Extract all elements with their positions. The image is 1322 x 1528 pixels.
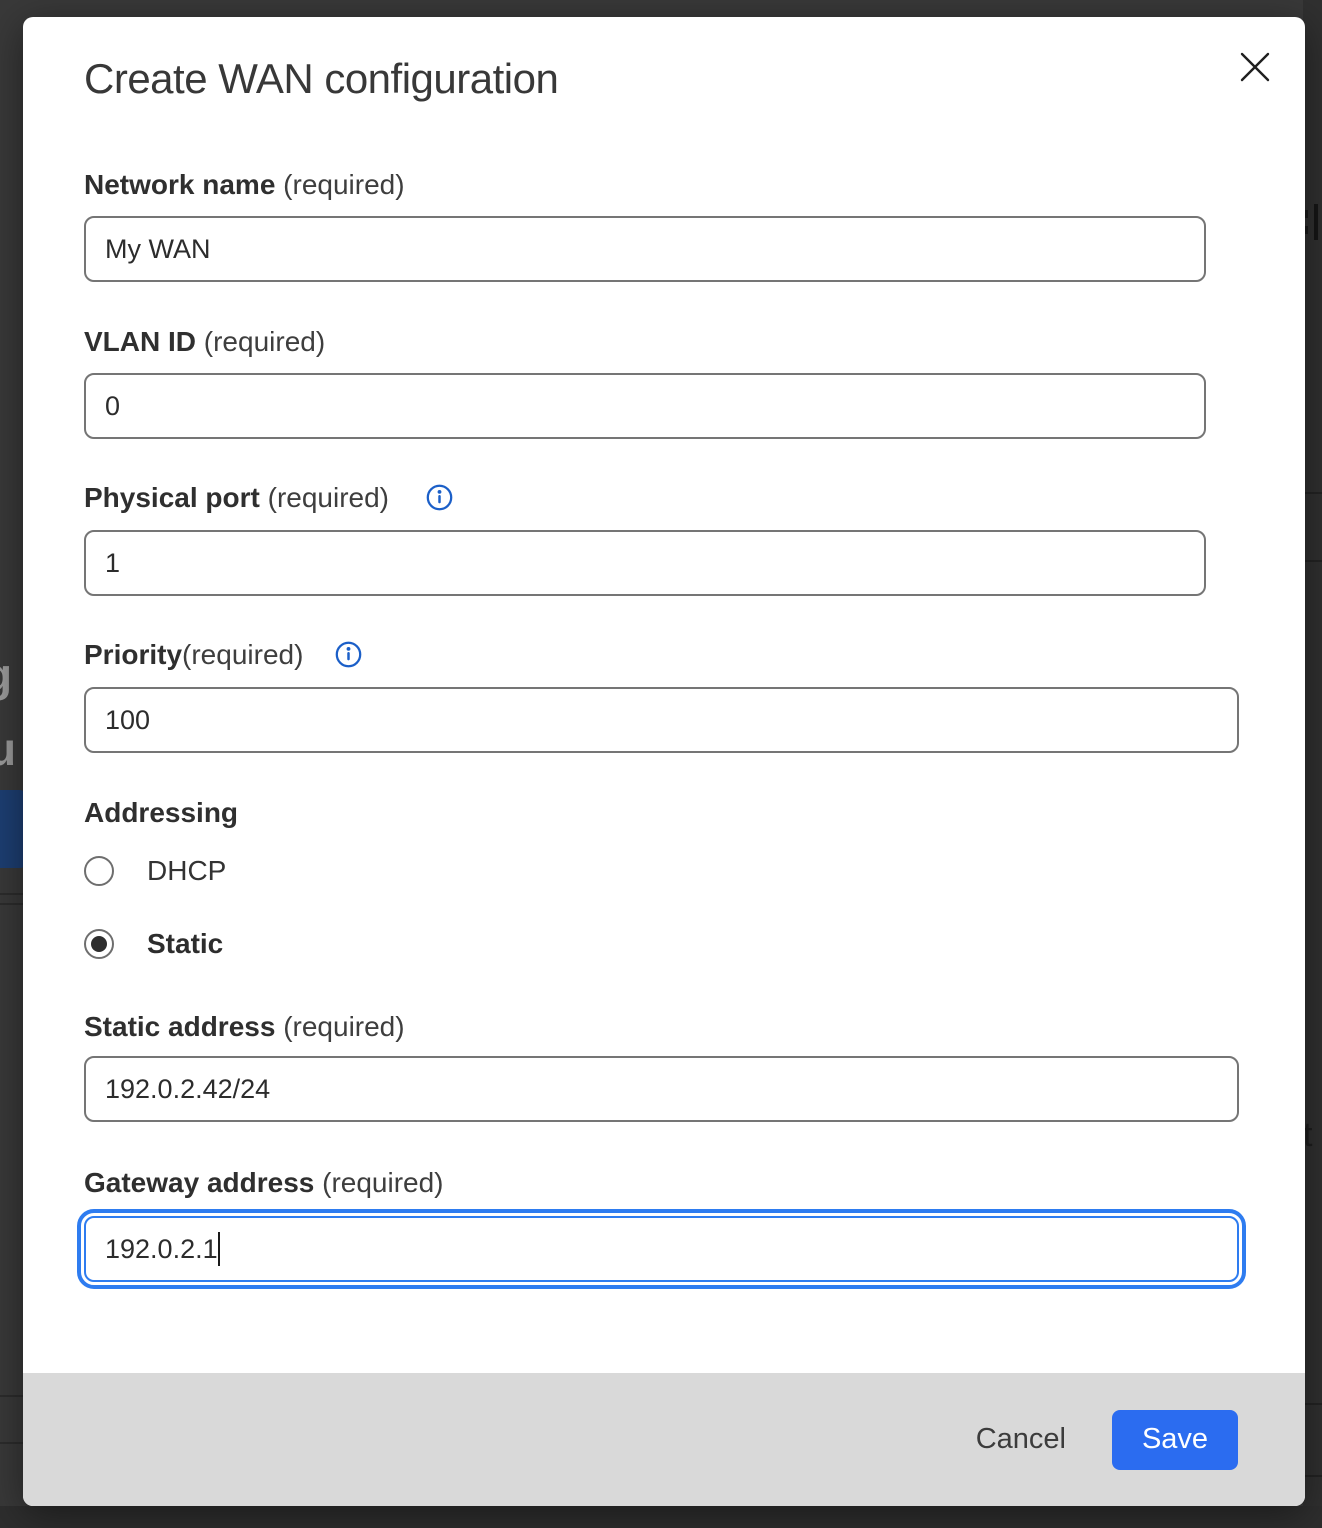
cancel-button[interactable]: Cancel xyxy=(976,1423,1066,1456)
bg-table-line xyxy=(1303,492,1322,494)
bg-table-line xyxy=(0,1395,23,1397)
physical-port-input[interactable] xyxy=(84,530,1206,596)
radio-icon xyxy=(84,929,114,959)
bg-text-fragment: u xyxy=(0,722,16,776)
text-cursor xyxy=(218,1232,220,1266)
overlay-right-strip: t xyxy=(1303,0,1322,1528)
vlan-id-input[interactable] xyxy=(84,373,1206,439)
radio-label: DHCP xyxy=(147,855,226,887)
dialog-footer: Cancel Save xyxy=(23,1373,1305,1506)
save-button[interactable]: Save xyxy=(1112,1410,1238,1470)
gateway-address-input[interactable] xyxy=(84,1216,1239,1282)
bg-text-fragment: g xyxy=(0,648,12,702)
network-name-input[interactable] xyxy=(84,216,1206,282)
gateway-address-field xyxy=(84,1216,1239,1282)
dialog-title: Create WAN configuration xyxy=(84,55,558,103)
radio-icon xyxy=(84,856,114,886)
physical-port-label: Physical port (required) xyxy=(84,481,453,514)
bg-table-line xyxy=(0,893,23,895)
physical-port-info-icon[interactable] xyxy=(426,484,453,511)
bg-table-line xyxy=(0,903,23,905)
radio-option-static[interactable]: Static xyxy=(84,928,223,960)
overlay-bottom-strip xyxy=(0,1506,1322,1528)
priority-label: Priority(required) xyxy=(84,638,362,671)
bg-table-line xyxy=(0,1442,23,1444)
gateway-address-label: Gateway address (required) xyxy=(84,1166,444,1199)
bg-table-line xyxy=(1303,560,1322,562)
bg-text-fragment xyxy=(1314,204,1318,240)
create-wan-dialog: Create WAN configuration Network name (r… xyxy=(23,17,1305,1506)
static-address-input[interactable] xyxy=(84,1056,1239,1122)
static-address-label: Static address (required) xyxy=(84,1010,405,1043)
radio-option-dhcp[interactable]: DHCP xyxy=(84,855,226,887)
network-name-label: Network name (required) xyxy=(84,168,405,201)
addressing-heading: Addressing xyxy=(84,797,238,829)
vlan-id-label: VLAN ID (required) xyxy=(84,325,325,358)
priority-info-icon[interactable] xyxy=(335,641,362,668)
x-icon xyxy=(1238,50,1272,84)
priority-input[interactable] xyxy=(84,687,1239,753)
radio-label: Static xyxy=(147,928,223,960)
close-icon[interactable] xyxy=(1233,45,1277,89)
bg-table-line xyxy=(1303,1403,1322,1405)
bg-table-line xyxy=(1303,1475,1322,1477)
